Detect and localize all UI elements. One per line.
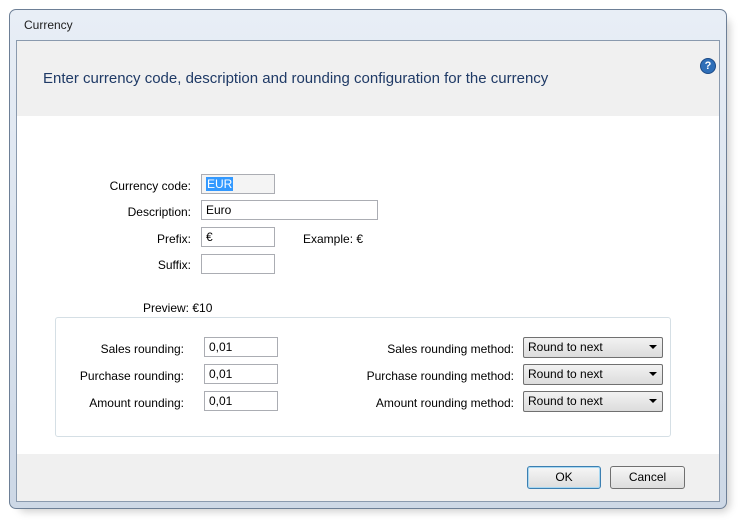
purchase-rounding-method-select[interactable]: Round to next [523,364,663,385]
amount-rounding-method-select[interactable]: Round to next [523,391,663,412]
prefix-field[interactable]: € [201,227,275,247]
header-text: Enter currency code, description and rou… [43,70,549,87]
rounding-groupbox: Sales rounding: 0,01 Purchase rounding: … [55,317,671,437]
dialog-body: Currency code: EUR Description: Euro Pre… [17,116,719,454]
amount-rounding-method-value: Round to next [528,394,603,408]
dialog-client-area: Enter currency code, description and rou… [16,40,720,502]
help-icon[interactable]: ? [700,58,716,74]
description-field[interactable]: Euro [201,200,378,220]
window-title: Currency [24,18,73,32]
preview-text: Preview: €10 [143,301,213,315]
amount-rounding-method-label: Amount rounding method: [375,396,514,410]
purchase-rounding-method-value: Round to next [528,367,603,381]
purchase-rounding-method-label: Purchase rounding method: [366,369,514,383]
currency-code-field[interactable]: EUR [201,174,275,194]
ok-button[interactable]: OK [527,466,601,489]
sales-rounding-method-select[interactable]: Round to next [523,337,663,358]
currency-code-label: Currency code: [109,179,191,193]
sales-rounding-method-value: Round to next [528,340,603,354]
currency-code-value: EUR [206,177,234,191]
sales-rounding-field[interactable]: 0,01 [204,337,278,357]
description-label: Description: [127,205,191,219]
amount-rounding-field[interactable]: 0,01 [204,391,278,411]
dialog-header: Enter currency code, description and rou… [17,41,719,116]
chevron-down-icon [649,399,657,403]
cancel-button[interactable]: Cancel [610,466,685,489]
sales-rounding-method-label: Sales rounding method: [387,342,514,356]
example-text: Example: € [303,232,364,246]
amount-rounding-label: Amount rounding: [89,396,184,410]
purchase-rounding-field[interactable]: 0,01 [204,364,278,384]
suffix-field[interactable] [201,254,275,274]
purchase-rounding-label: Purchase rounding: [79,369,184,383]
chevron-down-icon [649,345,657,349]
currency-dialog: Currency Enter currency code, descriptio… [9,9,727,509]
title-bar[interactable]: Currency [10,10,726,40]
sales-rounding-label: Sales rounding: [100,342,184,356]
prefix-label: Prefix: [156,232,191,246]
suffix-label: Suffix: [157,258,191,272]
chevron-down-icon [649,372,657,376]
dialog-footer: OK Cancel [17,454,719,501]
